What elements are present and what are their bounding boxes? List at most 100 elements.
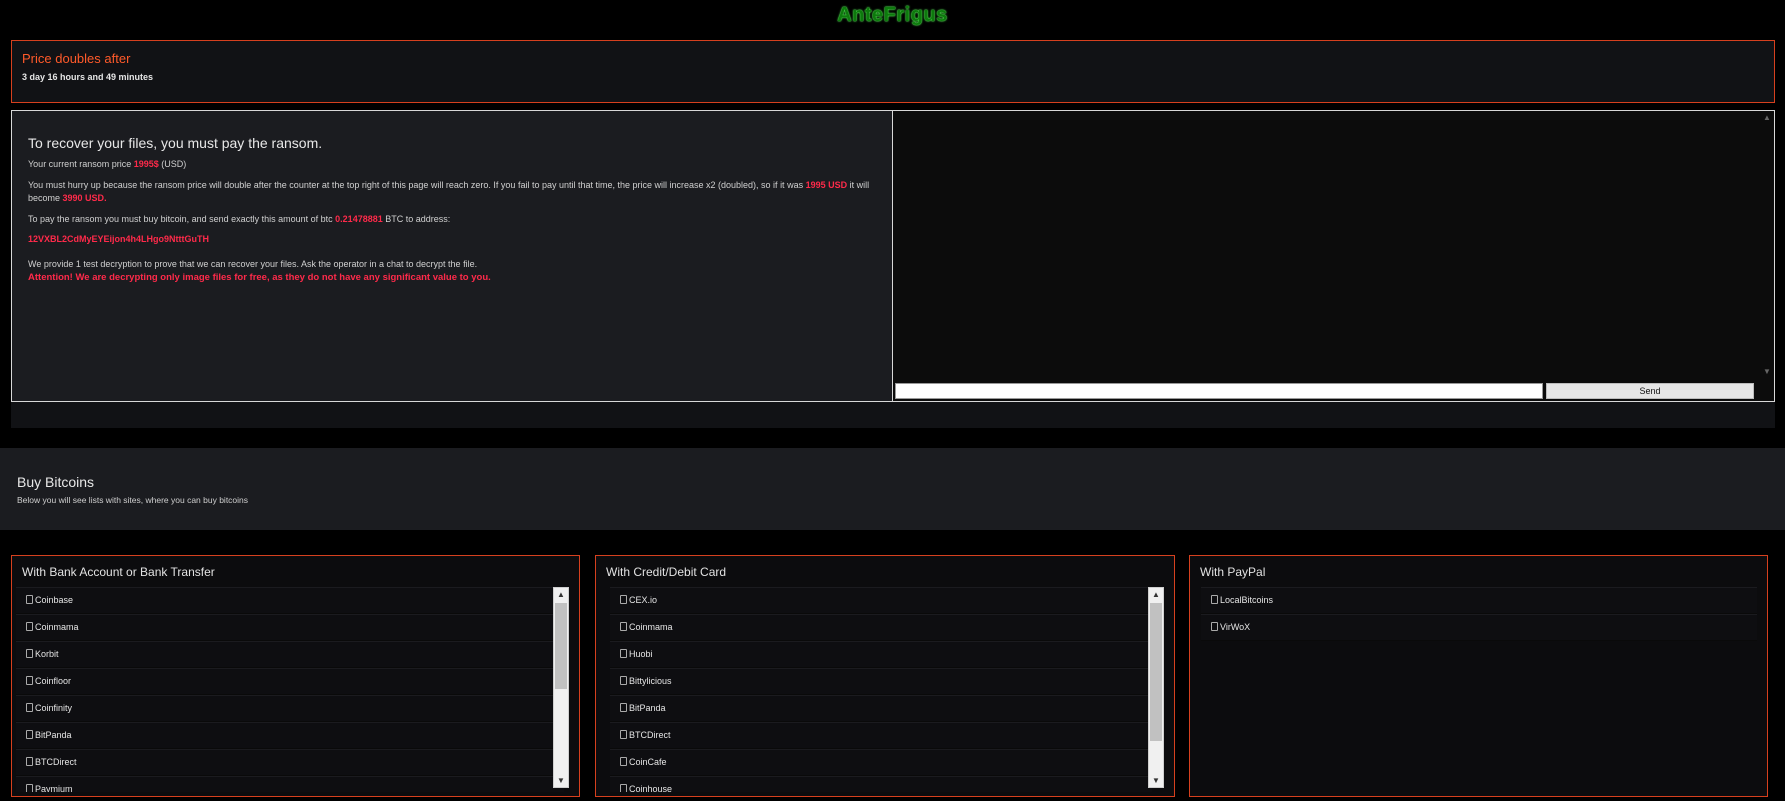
list-item[interactable]: Coinbase xyxy=(16,587,564,614)
list-item-label[interactable]: LocalBitcoins xyxy=(1220,595,1273,605)
link-icon xyxy=(620,622,627,631)
link-icon xyxy=(26,730,33,739)
ransom-info-panel: To recover your files, you must pay the … xyxy=(11,110,893,402)
ransom-heading: To recover your files, you must pay the … xyxy=(28,135,323,151)
chat-message-input[interactable] xyxy=(895,383,1543,399)
link-icon xyxy=(620,730,627,739)
price-timer-box: Price doubles after 3 day 16 hours and 4… xyxy=(11,40,1775,103)
credit-card-title: With Credit/Debit Card xyxy=(606,565,727,579)
list-item[interactable]: Bittylicious xyxy=(610,668,1152,695)
scroll-thumb[interactable] xyxy=(1150,603,1162,741)
link-icon xyxy=(620,784,627,792)
bank-transfer-panel: With Bank Account or Bank Transfer Coinb… xyxy=(11,555,580,797)
send-button[interactable]: Send xyxy=(1546,383,1754,399)
list-item[interactable]: BitPanda xyxy=(610,695,1152,722)
link-icon xyxy=(1211,622,1218,631)
list-item[interactable]: BTCDirect xyxy=(610,722,1152,749)
list-item[interactable]: BitPanda xyxy=(16,722,564,749)
list-item[interactable]: Coinmama xyxy=(16,614,564,641)
bank-transfer-title: With Bank Account or Bank Transfer xyxy=(22,565,215,579)
list-item-label[interactable]: Bittylicious xyxy=(629,676,672,686)
credit-card-panel: With Credit/Debit Card CEX.io Coinmama Huo… xyxy=(595,555,1175,797)
current-price-prefix: Your current ransom price xyxy=(28,159,134,169)
link-icon xyxy=(26,784,33,792)
scroll-thumb[interactable] xyxy=(555,603,567,689)
list-item-label[interactable]: Coinbase xyxy=(35,595,73,605)
bank-list-scrollbar[interactable]: ▲ ▼ xyxy=(553,587,569,788)
hurry-paragraph: You must hurry up because the ransom pri… xyxy=(28,179,876,205)
chevron-up-icon[interactable]: ▲ xyxy=(554,588,568,601)
link-icon xyxy=(1211,595,1218,604)
link-icon xyxy=(26,676,33,685)
chevron-up-icon[interactable]: ▲ xyxy=(1762,113,1772,123)
link-icon xyxy=(26,757,33,766)
list-item-label[interactable]: Korbit xyxy=(35,649,59,659)
chevron-up-icon[interactable]: ▲ xyxy=(1149,588,1163,601)
link-icon xyxy=(26,703,33,712)
list-item[interactable]: BTCDirect xyxy=(16,749,564,776)
list-item[interactable]: LocalBitcoins xyxy=(1201,587,1757,614)
link-icon xyxy=(620,703,627,712)
list-item-label[interactable]: Coinmama xyxy=(629,622,673,632)
list-item[interactable]: Korbit xyxy=(16,641,564,668)
list-item-label[interactable]: VirWoX xyxy=(1220,622,1250,632)
list-item-label[interactable]: BitPanda xyxy=(629,703,666,713)
bitcoin-address[interactable]: 12VXBL2CdMyEYEijon4h4LHgo9NtttGuTH xyxy=(28,234,876,244)
current-price-suffix: (USD) xyxy=(158,159,187,169)
list-item-label[interactable]: Coinhouse xyxy=(629,784,672,792)
hurry-text-1: You must hurry up because the ransom pri… xyxy=(28,180,806,190)
list-item-label[interactable]: Huobi xyxy=(629,649,653,659)
link-icon xyxy=(620,757,627,766)
list-item-label[interactable]: CEX.io xyxy=(629,595,657,605)
divider-bar xyxy=(11,402,1775,428)
link-icon xyxy=(620,595,627,604)
timer-heading: Price doubles after xyxy=(22,51,131,66)
link-icon xyxy=(620,649,627,658)
chevron-down-icon[interactable]: ▼ xyxy=(1149,774,1163,787)
list-item[interactable]: Coinfloor xyxy=(16,668,564,695)
list-item[interactable]: CEX.io xyxy=(610,587,1152,614)
link-icon xyxy=(26,649,33,658)
link-icon xyxy=(26,622,33,631)
link-icon xyxy=(26,595,33,604)
list-item[interactable]: Coinfinity xyxy=(16,695,564,722)
list-item[interactable]: VirWoX xyxy=(1201,614,1757,641)
list-item[interactable]: Paymium xyxy=(16,776,564,792)
hurry-new-price: 3990 USD xyxy=(62,193,105,203)
list-item[interactable]: Coinmama xyxy=(610,614,1152,641)
list-item[interactable]: Coinhouse xyxy=(610,776,1152,792)
btc-amount: 0.21478881 xyxy=(335,214,383,224)
list-item[interactable]: Huobi xyxy=(610,641,1152,668)
bank-transfer-list: Coinbase Coinmama Korbit Coinfloor Coinfinit… xyxy=(16,587,564,792)
list-item-label[interactable]: BitPanda xyxy=(35,730,72,740)
paypal-panel: With PayPal LocalBitcoins VirWoX xyxy=(1189,555,1768,797)
timer-countdown: 3 day 16 hours and 49 minutes xyxy=(22,72,154,82)
list-item-label[interactable]: Coinfloor xyxy=(35,676,71,686)
buy-bitcoins-subtitle: Below you will see lists with sites, whe… xyxy=(17,495,249,505)
list-item-label[interactable]: CoinCafe xyxy=(629,757,667,767)
list-item-label[interactable]: BTCDirect xyxy=(35,757,77,767)
link-icon xyxy=(620,676,627,685)
current-price-value: 1995$ xyxy=(133,159,159,169)
hurry-price: 1995 USD xyxy=(805,180,848,190)
list-item-label[interactable]: Coinfinity xyxy=(35,703,72,713)
paypal-title: With PayPal xyxy=(1200,565,1266,579)
chevron-down-icon[interactable]: ▼ xyxy=(1762,367,1772,377)
buy-bitcoins-heading: Buy Bitcoins xyxy=(17,474,95,490)
chat-panel: ▲ ▼ Send xyxy=(893,110,1775,402)
chevron-down-icon[interactable]: ▼ xyxy=(554,774,568,787)
chat-scrollbar[interactable]: ▲ ▼ xyxy=(1760,111,1774,381)
list-item[interactable]: CoinCafe xyxy=(610,749,1152,776)
btc-suffix: BTC to address: xyxy=(382,214,451,224)
credit-card-list: CEX.io Coinmama Huobi Bittylicious BitPanda B… xyxy=(610,587,1152,792)
test-decrypt-text: We provide 1 test decryption to prove th… xyxy=(28,259,478,269)
app-title: AnteFrigus xyxy=(837,4,948,26)
btc-paragraph: To pay the ransom you must buy bitcoin, … xyxy=(28,213,876,226)
list-item-label[interactable]: BTCDirect xyxy=(629,730,671,740)
list-item-label[interactable]: Paymium xyxy=(35,784,73,792)
card-list-scrollbar[interactable]: ▲ ▼ xyxy=(1148,587,1164,788)
buy-bitcoins-section: Buy Bitcoins Below you will see lists wi… xyxy=(0,448,1785,530)
hurry-end: . xyxy=(104,193,107,203)
list-item-label[interactable]: Coinmama xyxy=(35,622,79,632)
attention-warning: Attention! We are decrypting only image … xyxy=(28,272,491,283)
